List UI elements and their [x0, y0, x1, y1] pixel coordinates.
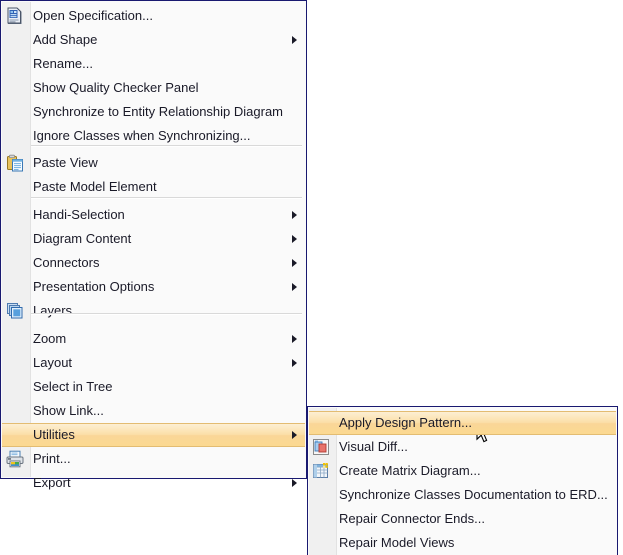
menu-item-label: Show Link... — [33, 403, 104, 418]
chevron-right-icon — [292, 36, 297, 44]
chevron-right-icon — [292, 259, 297, 267]
menu-separator — [31, 197, 302, 199]
menu-item-layers[interactable]: Layers... — [1, 299, 306, 323]
menu-item-label: Select in Tree — [33, 379, 113, 394]
menu-item-export[interactable]: Export — [1, 471, 306, 495]
menu-item-synchronize-to-entity-relationship-diagram[interactable]: Synchronize to Entity Relationship Diagr… — [1, 100, 306, 124]
menu-item-label: Rename... — [33, 56, 93, 71]
menu-item-select-in-tree[interactable]: Select in Tree — [1, 375, 306, 399]
specification-icon — [6, 7, 24, 25]
chevron-right-icon — [292, 283, 297, 291]
menu-item-label: Handi-Selection — [33, 207, 125, 222]
menu-item-label: Layers... — [33, 303, 83, 318]
visual-diff-icon — [312, 438, 330, 456]
menu-item-list: Open Specification... Add Shape Rename..… — [1, 1, 306, 495]
menu-item-label: Open Specification... — [33, 8, 153, 23]
menu-item-label: Presentation Options — [33, 279, 155, 294]
menu-item-paste-model-element[interactable]: Paste Model Element — [1, 175, 306, 199]
menu-item-label: Export — [33, 475, 71, 490]
menu-item-label: Show Quality Checker Panel — [33, 80, 199, 95]
menu-item-layout[interactable]: Layout — [1, 351, 306, 375]
chevron-right-icon — [292, 211, 297, 219]
menu-item-utilities[interactable]: Utilities — [2, 423, 305, 447]
menu-item-rename[interactable]: Rename... — [1, 52, 306, 76]
diagram-context-menu: Open Specification... Add Shape Rename..… — [0, 0, 307, 490]
menu-item-label: Repair Connector Ends... — [339, 511, 485, 526]
menu-item-label: Paste View — [33, 155, 98, 170]
menu-item-label: Layout — [33, 355, 73, 370]
menu-separator — [31, 313, 302, 315]
chevron-right-icon — [292, 235, 297, 243]
chevron-right-icon — [292, 335, 297, 343]
menu-item-label: Add Shape — [33, 32, 98, 47]
menu-item-zoom[interactable]: Zoom — [1, 327, 306, 351]
submenu-item-list: Apply Design Pattern... Visual Diff... C… — [308, 407, 617, 555]
utilities-submenu: Apply Design Pattern... Visual Diff... C… — [307, 406, 618, 555]
menu-item-label: Synchronize Classes Documentation to ERD… — [339, 487, 608, 502]
menu-item-open-specification[interactable]: Open Specification... — [1, 4, 306, 28]
menu-item-connectors[interactable]: Connectors — [1, 251, 306, 275]
menu-item-show-link[interactable]: Show Link... — [1, 399, 306, 423]
menu-item-handi-selection[interactable]: Handi-Selection — [1, 203, 306, 227]
menu-item-label: Diagram Content — [33, 231, 132, 246]
menu-item-label: Visual Diff... — [339, 439, 408, 454]
menu-item-label: Zoom — [33, 331, 67, 346]
menu-item-label: Repair Model Views — [339, 535, 455, 550]
submenu-item-synchronize-classes-documentation-to-erd[interactable]: Synchronize Classes Documentation to ERD… — [308, 483, 617, 507]
menu-item-label: Utilities — [33, 427, 75, 442]
paste-icon — [6, 154, 24, 172]
chevron-right-icon — [292, 479, 297, 487]
menu-item-print[interactable]: Print... — [1, 447, 306, 471]
menu-item-show-quality-checker-panel[interactable]: Show Quality Checker Panel — [1, 76, 306, 100]
submenu-item-apply-design-pattern[interactable]: Apply Design Pattern... — [309, 411, 616, 435]
submenu-item-repair-model-views[interactable]: Repair Model Views — [308, 531, 617, 555]
matrix-diagram-icon — [312, 462, 330, 480]
menu-item-presentation-options[interactable]: Presentation Options — [1, 275, 306, 299]
menu-item-label: Synchronize to Entity Relationship Diagr… — [33, 104, 284, 119]
menu-separator — [31, 145, 302, 147]
submenu-item-repair-connector-ends[interactable]: Repair Connector Ends... — [308, 507, 617, 531]
menu-item-label: Connectors — [33, 255, 100, 270]
menu-item-paste-view[interactable]: Paste View — [1, 151, 306, 175]
screen-root: Open Specification... Add Shape Rename..… — [0, 0, 623, 555]
printer-icon — [6, 450, 24, 468]
menu-item-add-shape[interactable]: Add Shape — [1, 28, 306, 52]
layers-icon — [6, 302, 24, 320]
menu-item-label: Print... — [33, 451, 71, 466]
submenu-item-create-matrix-diagram[interactable]: Create Matrix Diagram... — [308, 459, 617, 483]
menu-item-label: Apply Design Pattern... — [339, 415, 472, 430]
menu-item-label: Paste Model Element — [33, 179, 157, 194]
chevron-right-icon — [292, 431, 297, 439]
chevron-right-icon — [292, 359, 297, 367]
menu-item-label: Create Matrix Diagram... — [339, 463, 481, 478]
menu-item-diagram-content[interactable]: Diagram Content — [1, 227, 306, 251]
submenu-item-visual-diff[interactable]: Visual Diff... — [308, 435, 617, 459]
